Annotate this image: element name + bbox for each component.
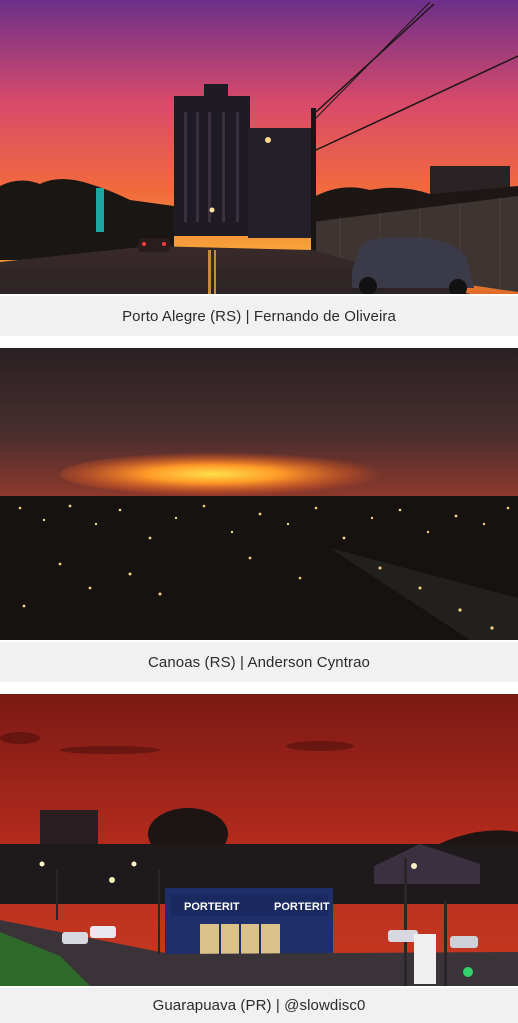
sunset-city-lights-photo (0, 348, 518, 640)
gallery-card-1: Porto Alegre (RS) | Fernando de Oliveira (0, 0, 518, 336)
gallery-card-3: PORTERIT PORTERIT Guarapuava (PR) | @slo… (0, 694, 518, 1023)
store-sign-left: PORTERIT (184, 901, 240, 913)
photo-caption: Guarapuava (PR) | @slowdisc0 (0, 988, 518, 1023)
photo-caption: Canoas (RS) | Anderson Cyntrao (0, 642, 518, 682)
gallery-card-2: Canoas (RS) | Anderson Cyntrao (0, 348, 518, 682)
store-sign-right: PORTERIT (274, 901, 330, 913)
red-sky-intersection-photo: PORTERIT PORTERIT (0, 694, 518, 986)
photo-caption: Porto Alegre (RS) | Fernando de Oliveira (0, 296, 518, 336)
sunset-street-photo (0, 0, 518, 294)
